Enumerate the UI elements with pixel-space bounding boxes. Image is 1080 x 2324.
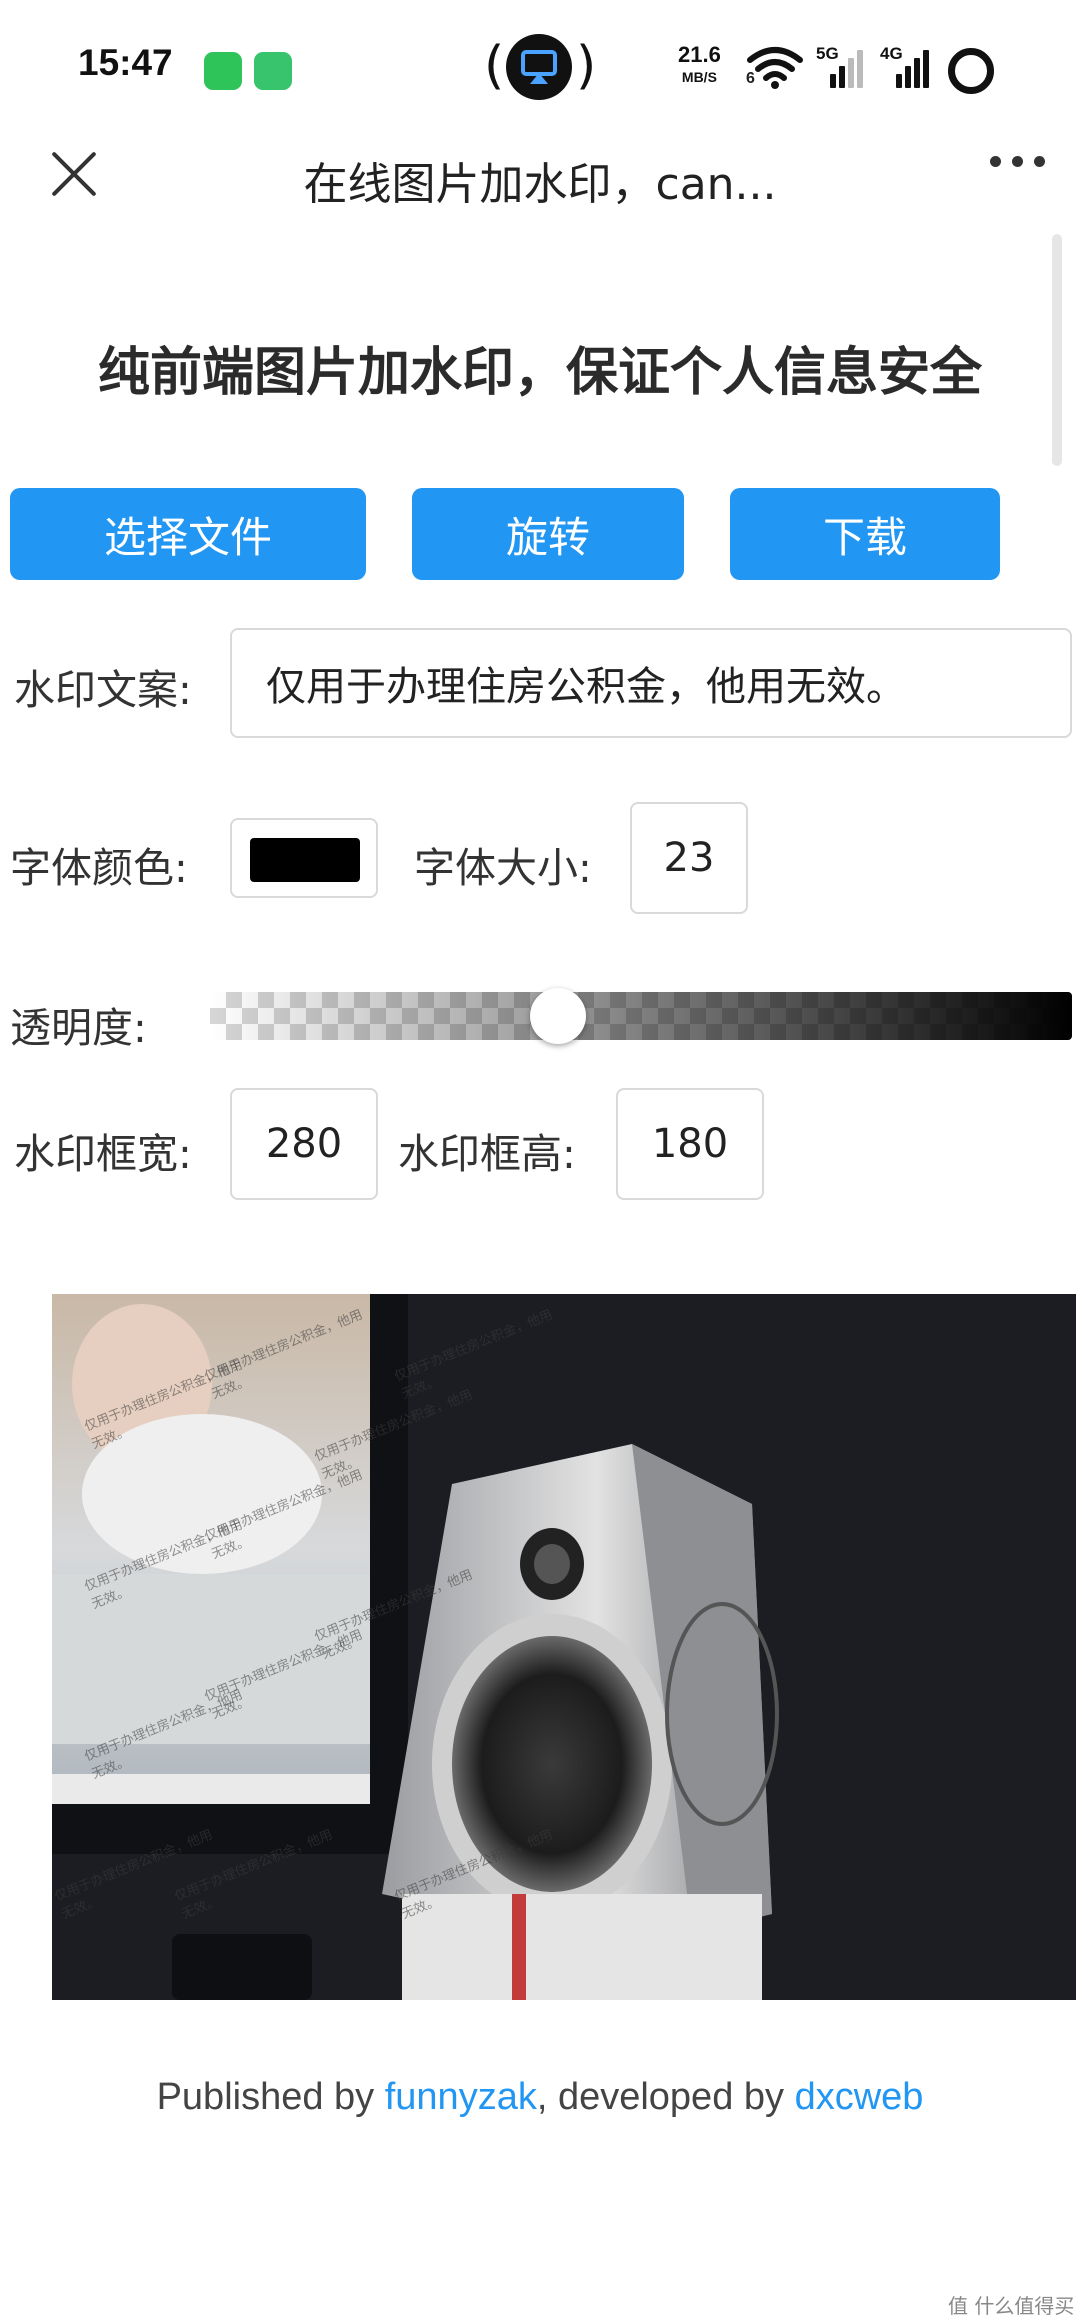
signal-sim2-icon: 4G bbox=[880, 44, 934, 88]
sim2-tag: 4G bbox=[880, 44, 903, 63]
font-size-input[interactable]: 23 bbox=[630, 802, 748, 914]
screen-cast-indicator[interactable]: ( ) bbox=[484, 32, 596, 104]
font-color-picker[interactable] bbox=[230, 818, 378, 898]
wechat-icon bbox=[204, 52, 242, 90]
close-icon[interactable] bbox=[48, 148, 100, 200]
cast-icon bbox=[506, 34, 572, 100]
watermark-text-value: 仅用于办理住房公积金，他用无效。 bbox=[266, 664, 906, 710]
watermark-text-label: 水印文案: bbox=[14, 666, 192, 714]
opacity-label: 透明度: bbox=[10, 1004, 147, 1052]
font-color-swatch bbox=[250, 838, 360, 882]
footer-credits: Published by funnyzak, developed by dxcw… bbox=[0, 2076, 1080, 2119]
footer-published-prefix: Published by bbox=[156, 2076, 385, 2118]
network-speed: 21.6 MB/S bbox=[678, 44, 721, 88]
box-height-input[interactable]: 180 bbox=[616, 1088, 764, 1200]
choose-file-button[interactable]: 选择文件 bbox=[10, 488, 366, 580]
signal-sim1-icon: 5G bbox=[816, 44, 866, 88]
box-height-label: 水印框高: bbox=[398, 1130, 576, 1178]
box-width-label: 水印框宽: bbox=[14, 1130, 192, 1178]
developer-link[interactable]: dxcweb bbox=[795, 2076, 924, 2118]
battery-saver-icon bbox=[254, 52, 292, 90]
rotate-button[interactable]: 旋转 bbox=[412, 488, 684, 580]
footer-developed-prefix: , developed by bbox=[536, 2076, 795, 2118]
battery-ring-icon bbox=[948, 48, 994, 94]
opacity-slider[interactable] bbox=[210, 992, 1072, 1040]
font-size-label: 字体大小: bbox=[414, 844, 592, 892]
network-speed-value: 21.6 bbox=[678, 42, 721, 67]
download-button[interactable]: 下载 bbox=[730, 488, 1000, 580]
opacity-slider-thumb[interactable] bbox=[530, 988, 586, 1044]
box-height-value: 180 bbox=[651, 1121, 729, 1167]
box-width-value: 280 bbox=[265, 1121, 343, 1167]
status-time: 15:47 bbox=[78, 42, 173, 83]
more-options-icon[interactable] bbox=[990, 156, 1046, 168]
font-size-value: 23 bbox=[663, 835, 715, 881]
wifi-icon: 6 bbox=[746, 44, 804, 90]
page-title: 在线图片加水印，can... bbox=[303, 159, 777, 210]
wifi-tag: 6 bbox=[746, 70, 755, 87]
watermarked-preview-image: 仅用于办理住房公积金，他用 无效。 仅用于办理住房公积金，他用 无效。 仅用于办理住房公… bbox=[52, 1294, 1076, 2000]
site-watermark-logo: 值 什么值得买 bbox=[948, 2294, 1075, 2318]
network-speed-unit: MB/S bbox=[681, 69, 717, 85]
publisher-link[interactable]: funnyzak bbox=[385, 2076, 537, 2118]
font-color-label: 字体颜色: bbox=[10, 844, 188, 892]
box-width-input[interactable]: 280 bbox=[230, 1088, 378, 1200]
watermark-text-input[interactable]: 仅用于办理住房公积金，他用无效。 bbox=[230, 628, 1072, 738]
scrollbar[interactable] bbox=[1052, 234, 1062, 466]
main-heading: 纯前端图片加水印，保证个人信息安全 bbox=[97, 343, 982, 403]
sim1-tag: 5G bbox=[816, 44, 839, 63]
